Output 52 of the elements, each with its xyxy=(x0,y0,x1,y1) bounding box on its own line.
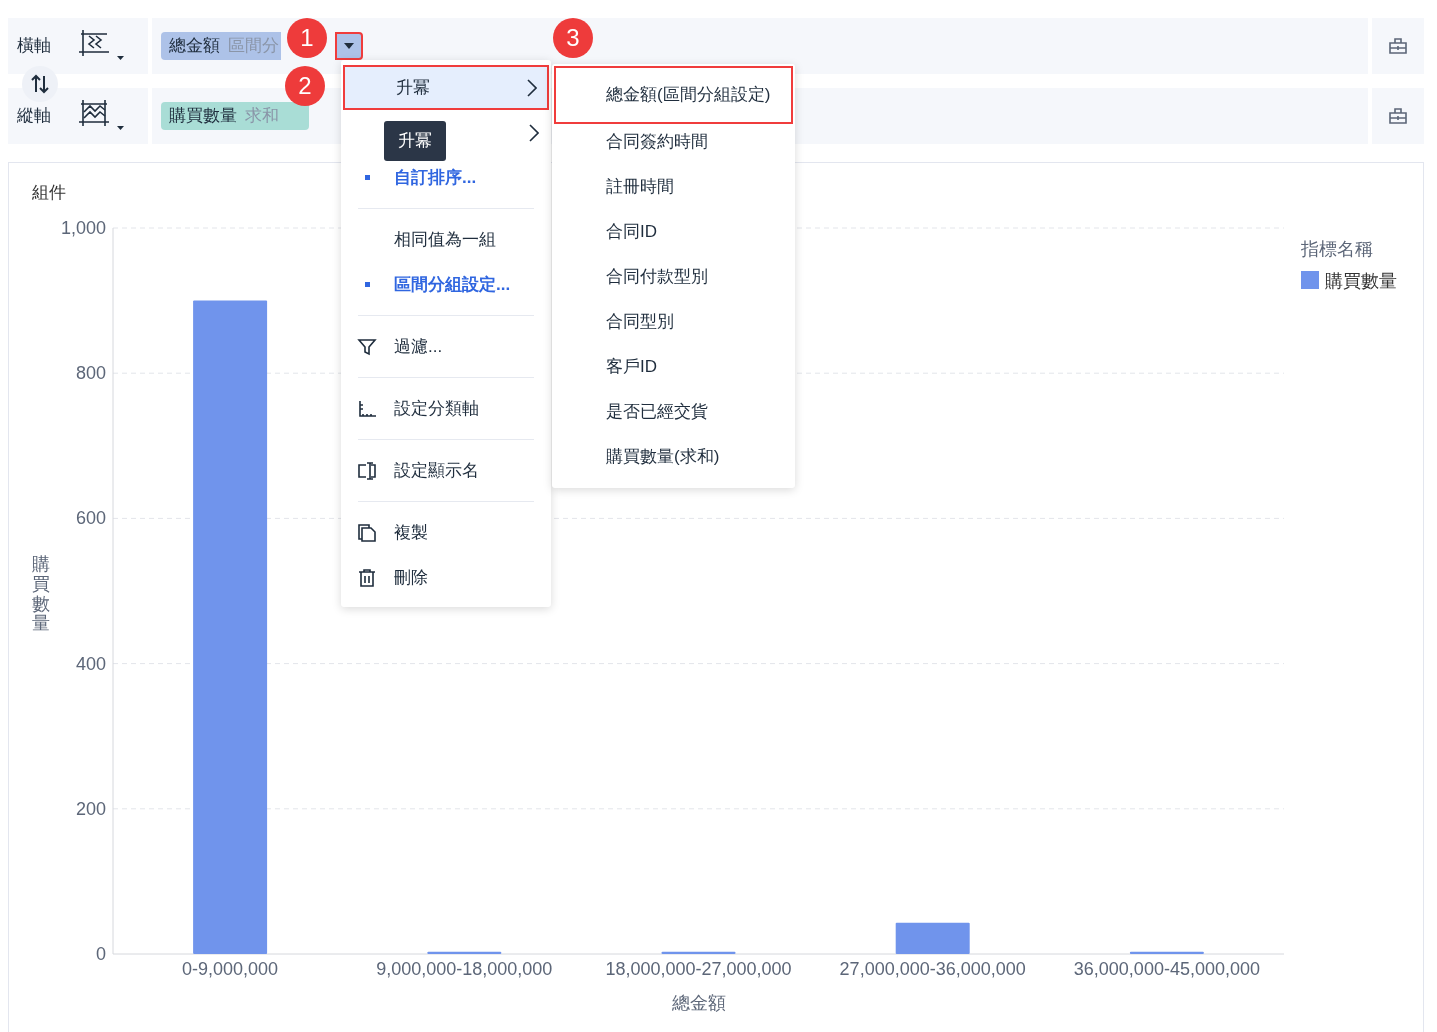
y-tick-label: 800 xyxy=(75,363,106,384)
menu-item[interactable]: 相同值為一組 xyxy=(341,217,551,262)
x-axis-title: 總金額 xyxy=(671,993,726,1013)
submenu-item[interactable]: 客戶ID xyxy=(552,344,795,389)
copy-icon xyxy=(357,523,377,543)
field-pill[interactable]: 總金額 區間分 xyxy=(161,32,281,60)
submenu-item[interactable]: 是否已經交貨 xyxy=(552,389,795,434)
caret-icon xyxy=(344,43,354,49)
toolbox-icon xyxy=(1388,107,1408,125)
chart-title: 組件 xyxy=(32,182,66,204)
x-tick-label: 9,000,000-18,000,000 xyxy=(376,959,553,979)
menu-item[interactable]: 複製 xyxy=(341,510,551,555)
legend-label: 購買數量 xyxy=(1325,271,1397,291)
y-tick-label: 600 xyxy=(75,508,106,529)
y-tick-label: 400 xyxy=(75,653,106,674)
chevron-right-icon xyxy=(529,123,539,142)
menu-item[interactable]: 過濾... xyxy=(341,324,551,369)
tooltip: 升冪 xyxy=(384,121,446,161)
menu-item[interactable]: 升冪 xyxy=(343,65,549,110)
y-tick-label: 200 xyxy=(75,798,106,819)
dropdown-button[interactable] xyxy=(335,32,363,60)
submenu-item[interactable]: 購買數量(求和) xyxy=(552,434,795,479)
filter-icon xyxy=(357,337,377,357)
legend-title: 指標名稱 xyxy=(1301,239,1373,259)
x-tick-label: 18,000,000-27,000,000 xyxy=(605,959,792,979)
swap-icon xyxy=(29,73,51,95)
menu-item[interactable]: 設定顯示名 xyxy=(341,448,551,493)
menu-item[interactable]: 刪除 xyxy=(341,555,551,600)
shelf-settings-button[interactable] xyxy=(1372,88,1424,144)
submenu-item[interactable]: 註冊時間 xyxy=(552,164,795,209)
submenu-item[interactable]: 合同ID xyxy=(552,209,795,254)
submenu-item[interactable]: 合同型別 xyxy=(552,299,795,344)
x-tick-label: 0-9,000,000 xyxy=(182,959,279,979)
aggregation-label: 區間分 xyxy=(228,35,279,58)
rename-icon xyxy=(357,461,377,481)
x-tick-label: 36,000,000-45,000,000 xyxy=(1073,959,1260,979)
y-tick-label: 0 xyxy=(96,944,106,964)
y-axis-title: 購買數量 xyxy=(32,555,50,635)
menu-item[interactable]: 區間分組設定... xyxy=(341,262,551,307)
trash-icon xyxy=(357,568,377,588)
y-tick-label: 1,000 xyxy=(60,218,106,238)
shelf-label: 橫軸 xyxy=(17,35,51,58)
submenu-item[interactable]: 合同付款型別 xyxy=(552,254,795,299)
aggregation-label: 求和 xyxy=(245,105,279,128)
shelf-settings-button[interactable] xyxy=(1372,18,1424,74)
field-pill[interactable]: 購買數量 求和 xyxy=(161,102,309,130)
axis-icon xyxy=(357,399,377,419)
menu-item[interactable]: 設定分類軸 xyxy=(341,386,551,431)
chevron-right-icon xyxy=(527,78,537,97)
toolbox-icon xyxy=(1388,37,1408,55)
shelf-label: 縱軸 xyxy=(17,105,51,128)
x-tick-label: 27,000,000-36,000,000 xyxy=(839,959,1026,979)
